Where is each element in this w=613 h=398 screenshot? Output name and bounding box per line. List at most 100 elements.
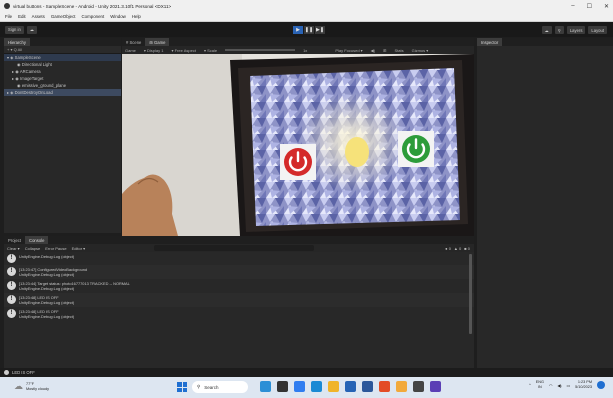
store-icon[interactable] bbox=[345, 381, 356, 392]
play-button[interactable]: ▶ bbox=[293, 26, 303, 34]
window-title-bar: virtual buttons - SampleScene - Android … bbox=[0, 0, 613, 12]
error-pause-button[interactable]: Error Pause bbox=[45, 246, 66, 251]
notification-icon[interactable] bbox=[597, 381, 605, 389]
log-entry[interactable]: ! [13:23:47] ConfiguredVideoBackground Uni… bbox=[4, 265, 474, 279]
hierarchy-item[interactable]: ▾ ◈ SampleScene bbox=[4, 54, 121, 61]
collab-icon[interactable]: ☁ bbox=[541, 26, 552, 34]
scale-slider[interactable] bbox=[225, 49, 296, 51]
wifi-icon[interactable]: ◠ bbox=[549, 383, 552, 388]
console-scrollbar[interactable] bbox=[469, 254, 472, 334]
info-icon bbox=[4, 370, 9, 375]
camera-viewport[interactable] bbox=[122, 54, 474, 236]
file-explorer-icon[interactable] bbox=[260, 381, 271, 392]
unity-logo-icon bbox=[4, 3, 10, 9]
weather-desc: Mostly cloudy bbox=[26, 386, 50, 391]
tab-hierarchy[interactable]: Hierarchy bbox=[4, 38, 30, 46]
pause-button[interactable]: ❚❚ bbox=[304, 26, 314, 34]
log-entry[interactable]: ! [13:23:44] Target status: photo16777013… bbox=[4, 279, 474, 293]
speaker-icon[interactable]: ◀) bbox=[557, 383, 561, 388]
log-text: [13:23:44] Target status: photo16777013 … bbox=[19, 281, 130, 291]
menu-edit[interactable]: Edit bbox=[18, 14, 26, 19]
weather-widget[interactable]: ☁ 77°F Mostly cloudy bbox=[14, 381, 49, 392]
menu-bar: File Edit Assets GameObject Component Wi… bbox=[0, 12, 613, 22]
folder-icon[interactable] bbox=[328, 381, 339, 392]
tab-console[interactable]: Console bbox=[25, 236, 49, 244]
aspect-dropdown[interactable]: ▾ Free Aspect bbox=[171, 48, 195, 53]
clear-button[interactable]: Clear ▾ bbox=[7, 246, 20, 251]
error-count[interactable]: ■ 0 bbox=[464, 246, 470, 251]
log-entry[interactable]: ! [13:23:48] LED IS OFF UnityEngine.Debug:… bbox=[4, 307, 474, 321]
menu-file[interactable]: File bbox=[5, 14, 12, 19]
windows-taskbar: ☁ 77°F Mostly cloudy ⚲ Search ^ ENG IN ◠ … bbox=[0, 377, 613, 398]
chevron-up-icon[interactable]: ^ bbox=[529, 383, 531, 387]
sign-in-button[interactable]: Sign in bbox=[5, 25, 24, 34]
minimize-button[interactable]: – bbox=[571, 3, 574, 9]
tab-project[interactable]: Project bbox=[4, 236, 25, 244]
log-stacktrace: UnityEngine.Debug:Log (object) bbox=[19, 272, 75, 277]
clock[interactable]: 1:23 PM 5/10/2023 bbox=[575, 380, 592, 390]
log-entry[interactable]: ! UnityEngine.Debug:Log (object) bbox=[4, 252, 474, 265]
menu-help[interactable]: Help bbox=[132, 14, 141, 19]
step-button[interactable]: ▶❚ bbox=[315, 26, 325, 34]
display-number-dropdown[interactable]: ▾ Display 1 bbox=[144, 48, 164, 53]
taskbar-search[interactable]: ⚲ Search bbox=[192, 381, 248, 393]
tab-inspector[interactable]: Inspector bbox=[477, 38, 503, 46]
word-icon[interactable] bbox=[362, 381, 373, 392]
edge-icon[interactable] bbox=[311, 381, 322, 392]
maximize-button[interactable]: ☐ bbox=[587, 3, 592, 10]
grid-icon[interactable]: ⊞ bbox=[383, 48, 386, 53]
menu-assets[interactable]: Assets bbox=[32, 14, 45, 19]
game-display-dropdown[interactable]: Game bbox=[125, 48, 136, 53]
language-indicator[interactable]: ENG IN bbox=[536, 380, 544, 390]
tab-scene[interactable]: # Scene bbox=[122, 38, 145, 46]
hierarchy-item[interactable]: ◉ Directional Light bbox=[4, 61, 121, 68]
info-count[interactable]: ● 0 bbox=[445, 246, 451, 251]
start-button[interactable] bbox=[177, 382, 187, 392]
github-icon[interactable] bbox=[430, 381, 441, 392]
tab-game[interactable]: ⊞ Game bbox=[145, 38, 170, 46]
hierarchy-item[interactable]: ▸ ◈ DontDestroyOnLoad bbox=[4, 89, 121, 96]
camera-feed bbox=[122, 54, 474, 236]
hierarchy-item[interactable]: ▸ ◉ ImageTarget bbox=[4, 75, 121, 82]
mute-icon[interactable]: ◀) bbox=[371, 48, 375, 53]
media-icon[interactable] bbox=[277, 381, 288, 392]
log-info-icon: ! bbox=[7, 309, 16, 318]
collapse-button[interactable]: Collapse bbox=[25, 246, 41, 251]
layout-dropdown[interactable]: Layout bbox=[588, 26, 607, 34]
status-message[interactable]: LED IS OFF bbox=[12, 370, 35, 375]
menu-window[interactable]: Window bbox=[110, 14, 126, 19]
hierarchy-search[interactable]: + ▾ Q All bbox=[4, 46, 121, 54]
play-mode-dropdown[interactable]: Play Focused ▾ bbox=[335, 48, 362, 53]
battery-icon[interactable]: ▭ bbox=[567, 383, 571, 388]
hierarchy-tabrow: Hierarchy bbox=[4, 38, 121, 46]
hierarchy-panel: Hierarchy + ▾ Q All ▾ ◈ SampleScene ◉ Dir… bbox=[4, 38, 121, 233]
console-tabrow: Project Console bbox=[4, 236, 474, 244]
playback-controls: ▶ ❚❚ ▶❚ bbox=[293, 26, 325, 34]
menu-gameobject[interactable]: GameObject bbox=[51, 14, 76, 19]
hierarchy-item[interactable]: ▸ ◉ ARCamera bbox=[4, 68, 121, 75]
inspector-panel: Inspector bbox=[477, 38, 613, 368]
menu-component[interactable]: Component bbox=[82, 14, 105, 19]
warning-count[interactable]: ▲ 0 bbox=[454, 246, 461, 251]
log-stacktrace: UnityEngine.Debug:Log (object) bbox=[19, 254, 75, 259]
close-button[interactable]: ✕ bbox=[604, 3, 609, 10]
log-stacktrace: UnityEngine.Debug:Log (object) bbox=[19, 300, 75, 305]
settings-icon[interactable] bbox=[396, 381, 407, 392]
system-tray: ^ ENG IN ◠ ◀) ▭ 1:23 PM 5/10/2023 bbox=[529, 380, 605, 390]
search-icon[interactable]: ⚲ bbox=[554, 26, 564, 34]
log-text: UnityEngine.Debug:Log (object) bbox=[19, 254, 74, 259]
chrome-profile-icon[interactable] bbox=[379, 381, 390, 392]
log-info-icon: ! bbox=[7, 254, 16, 263]
unity-icon[interactable] bbox=[413, 381, 424, 392]
stats-button[interactable]: Stats bbox=[394, 48, 403, 53]
hierarchy-item[interactable]: ◉ emissive_ground_plane bbox=[4, 82, 121, 89]
taskbar-search-label: Search bbox=[204, 384, 219, 390]
log-entry[interactable]: ! [13:23:48] LED IS OFF UnityEngine.Debug:… bbox=[4, 293, 474, 307]
console-search-input[interactable] bbox=[154, 245, 314, 251]
chrome-icon[interactable] bbox=[294, 381, 305, 392]
editor-dropdown[interactable]: Editor ▾ bbox=[72, 246, 86, 251]
cloud-icon[interactable]: ☁ bbox=[26, 25, 37, 34]
layers-dropdown[interactable]: Layers bbox=[566, 26, 586, 34]
gizmos-dropdown[interactable]: Gizmos ▾ bbox=[412, 48, 429, 53]
console-log-list: ! UnityEngine.Debug:Log (object)! [13:23:4… bbox=[4, 252, 474, 321]
